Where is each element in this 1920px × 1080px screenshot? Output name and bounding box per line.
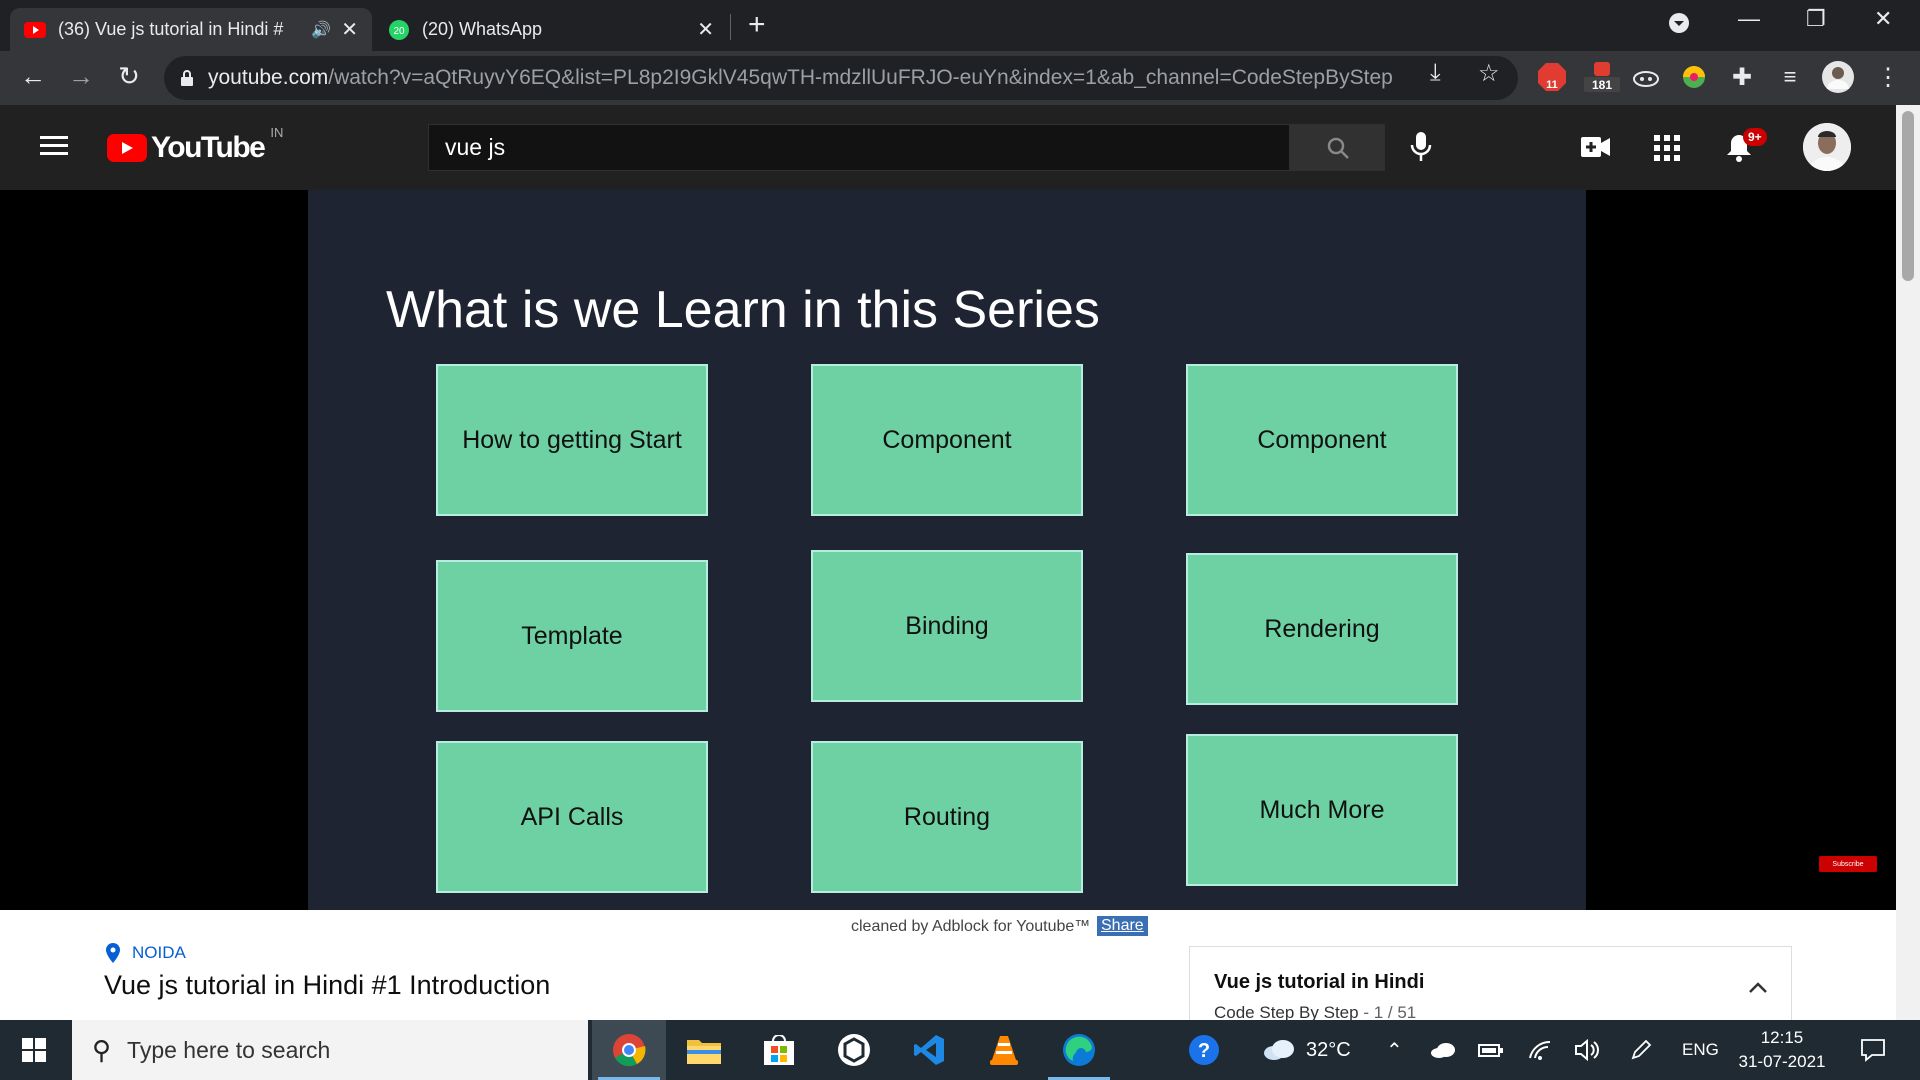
youtube-logo[interactable]: YouTube IN xyxy=(107,125,283,165)
search-input[interactable]: vue js xyxy=(428,124,1290,171)
chevron-up-tray-icon[interactable]: ⌃ xyxy=(1386,1020,1403,1080)
topic-box: Component xyxy=(1186,364,1458,516)
topic-box: Component xyxy=(811,364,1083,516)
vscode-icon[interactable] xyxy=(892,1020,966,1080)
topic-box: Template xyxy=(436,560,708,712)
speaker-icon[interactable]: 🔊 xyxy=(311,20,331,40)
svg-text:20: 20 xyxy=(393,26,405,37)
account-avatar[interactable] xyxy=(1803,123,1851,171)
windows-taskbar: ⚲ Type here to search ? 32°C ⌃ ENG 12:15… xyxy=(0,1020,1920,1080)
weather-widget[interactable]: 32°C xyxy=(1262,1020,1351,1080)
install-app-icon[interactable]: ⤓ xyxy=(1430,59,1441,87)
edge-icon[interactable] xyxy=(1042,1020,1116,1080)
browser-tab-strip: (36) Vue js tutorial in Hindi # 🔊 ✕ 20 (… xyxy=(0,0,1920,51)
extension-badge-icon[interactable]: 181 xyxy=(1582,61,1622,93)
create-video-icon[interactable] xyxy=(1581,136,1611,163)
system-clock[interactable]: 12:15 31-07-2021 xyxy=(1722,1026,1842,1074)
youtube-header: YouTube IN vue js xyxy=(0,105,1920,190)
language-indicator[interactable]: ENG xyxy=(1682,1020,1719,1080)
chrome-taskbar-icon[interactable] xyxy=(592,1020,666,1080)
back-icon[interactable]: ← xyxy=(16,61,50,92)
pen-icon[interactable] xyxy=(1630,1020,1652,1080)
tab-youtube[interactable]: (36) Vue js tutorial in Hindi # 🔊 ✕ xyxy=(10,8,372,51)
tab-title: (20) WhatsApp xyxy=(422,19,543,39)
subscribe-watermark[interactable]: Subscribe xyxy=(1819,856,1877,872)
new-tab-button[interactable]: + xyxy=(748,8,766,42)
address-bar[interactable]: youtube.com/watch?v=aQtRuyvY6EQ&list=PL8… xyxy=(164,56,1518,100)
apps-grid-icon[interactable] xyxy=(1654,135,1680,166)
app-hexagon-icon[interactable] xyxy=(817,1020,891,1080)
close-window-icon[interactable]: ✕ xyxy=(1874,6,1892,32)
close-tab-icon[interactable]: ✕ xyxy=(697,17,714,42)
page-scrollbar[interactable] xyxy=(1896,105,1920,1020)
topic-box: Binding xyxy=(811,550,1083,702)
topic-box: Routing xyxy=(811,741,1083,893)
video-player[interactable]: What is we Learn in this Series How to g… xyxy=(308,190,1586,910)
clock-date: 31-07-2021 xyxy=(1738,1052,1826,1071)
svg-text:11: 11 xyxy=(1546,79,1558,91)
notification-center-icon[interactable] xyxy=(1860,1020,1886,1080)
restore-icon[interactable]: ❐ xyxy=(1806,6,1826,32)
battery-icon[interactable] xyxy=(1478,1020,1504,1080)
share-link[interactable]: Share xyxy=(1097,916,1148,936)
taskbar-search-input[interactable]: ⚲ Type here to search xyxy=(72,1020,588,1080)
notification-count-badge: 9+ xyxy=(1743,128,1767,146)
whatsapp-favicon-icon: 20 xyxy=(388,19,410,41)
svg-text:?: ? xyxy=(1198,1040,1210,1062)
color-extension-icon[interactable] xyxy=(1678,61,1710,93)
topic-box: Much More xyxy=(1186,734,1458,886)
playlist-panel[interactable]: Vue js tutorial in Hindi Code Step By St… xyxy=(1189,946,1792,1022)
search-button[interactable] xyxy=(1290,124,1385,171)
topic-box: How to getting Start xyxy=(436,364,708,516)
lock-icon xyxy=(181,70,193,86)
location-pin-icon xyxy=(106,943,120,963)
tab-search-icon[interactable] xyxy=(1668,12,1690,40)
adblock-note: cleaned by Adblock for Youtube™ xyxy=(851,918,1091,935)
topic-box: Rendering xyxy=(1186,553,1458,705)
browser-toolbar: ← → ↻ youtube.com/watch?v=aQtRuyvY6EQ&li… xyxy=(0,51,1920,105)
tab-title: (36) Vue js tutorial in Hindi # xyxy=(58,19,284,39)
tab-divider xyxy=(730,14,731,40)
svg-text:181: 181 xyxy=(1592,78,1612,92)
bookmark-star-icon[interactable]: ☆ xyxy=(1478,59,1500,88)
extensions-puzzle-icon[interactable]: ✚ xyxy=(1726,61,1758,93)
media-control-icon[interactable]: ≡ xyxy=(1774,61,1806,93)
adblock-extension-icon[interactable]: 11 xyxy=(1536,61,1568,93)
reload-icon[interactable]: ↻ xyxy=(112,61,146,92)
hamburger-menu-icon[interactable] xyxy=(40,135,68,162)
scrollbar-thumb[interactable] xyxy=(1902,111,1914,281)
chevron-up-icon[interactable] xyxy=(1749,973,1767,999)
microphone-icon[interactable] xyxy=(1410,131,1432,168)
search-icon xyxy=(1327,137,1349,159)
wifi-icon[interactable] xyxy=(1528,1020,1552,1080)
file-explorer-icon[interactable] xyxy=(667,1020,741,1080)
tab-whatsapp[interactable]: 20 (20) WhatsApp ✕ xyxy=(374,8,728,51)
help-icon[interactable]: ? xyxy=(1188,1020,1220,1080)
onedrive-icon[interactable] xyxy=(1430,1020,1456,1080)
clock-time: 12:15 xyxy=(1760,1028,1804,1047)
forward-icon[interactable]: → xyxy=(64,61,98,92)
volume-icon[interactable] xyxy=(1574,1020,1600,1080)
temperature: 32°C xyxy=(1306,1038,1351,1061)
chrome-menu-icon[interactable]: ⋮ xyxy=(1872,61,1904,93)
video-title: Vue js tutorial in Hindi #1 Introduction xyxy=(104,970,551,1000)
cloud-icon xyxy=(1264,1040,1294,1060)
topic-box: API Calls xyxy=(436,741,708,893)
playlist-title[interactable]: Vue js tutorial in Hindi xyxy=(1214,971,1424,994)
close-tab-icon[interactable]: ✕ xyxy=(341,17,358,42)
url-text: youtube.com/watch?v=aQtRuyvY6EQ&list=PL8… xyxy=(208,66,1393,89)
vlc-icon[interactable] xyxy=(967,1020,1041,1080)
minimize-icon[interactable]: — xyxy=(1738,6,1760,32)
windows-start-icon[interactable] xyxy=(22,1038,46,1067)
search-icon: ⚲ xyxy=(92,1034,112,1065)
profile-avatar[interactable] xyxy=(1822,61,1854,93)
location-tag[interactable]: NOIDA xyxy=(106,943,186,963)
slide-title: What is we Learn in this Series xyxy=(386,281,1100,339)
microsoft-store-icon[interactable] xyxy=(742,1020,816,1080)
cloud-extension-icon[interactable] xyxy=(1630,61,1662,93)
youtube-favicon-icon xyxy=(24,19,46,41)
youtube-play-icon xyxy=(107,134,147,162)
